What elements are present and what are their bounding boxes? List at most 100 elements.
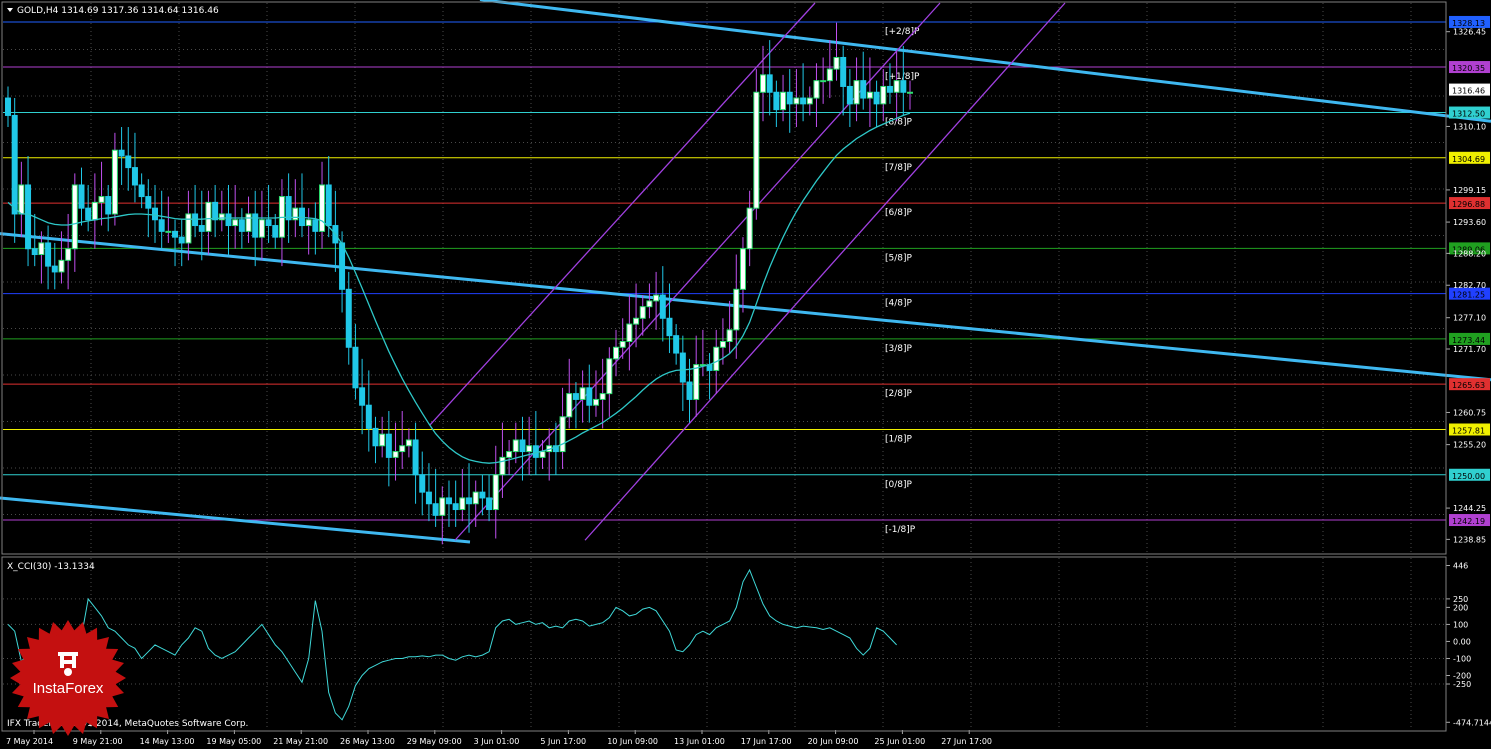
candle-body — [806, 97, 813, 105]
candle-body — [118, 149, 125, 157]
candle-body — [572, 393, 579, 400]
cci-tick-label: 0.00 — [1453, 637, 1471, 646]
candle-body — [5, 97, 11, 116]
murrey-level-label: [7/8]P — [885, 163, 913, 173]
candle-body — [813, 80, 820, 99]
candle-body — [466, 497, 473, 505]
candle-body — [512, 439, 519, 453]
y-tick-label: 1293.60 — [1453, 218, 1486, 227]
channel-line — [454, 2, 941, 541]
x-tick-label: 5 Jun 17:00 — [540, 737, 586, 746]
candle-body — [339, 242, 346, 290]
candle-body — [51, 265, 58, 273]
candle-body — [198, 225, 205, 232]
candle-body — [105, 196, 112, 215]
candle-body — [238, 219, 245, 232]
channel-line — [429, 2, 816, 426]
candle-body — [486, 497, 493, 511]
price-axis: 1328.131320.351312.501304.691296.881289.… — [1446, 15, 1491, 727]
y-tick-label: 1282.70 — [1453, 281, 1486, 290]
y-tick-label: 1299.15 — [1453, 186, 1486, 195]
murrey-level-label: [-1/8]P — [885, 525, 916, 535]
candle-body — [379, 433, 386, 447]
candle-body — [626, 323, 633, 342]
trading-chart[interactable]: [+2/8]P[+1/8]P[8/8]P[7/8]P[6/8]P[5/8]P[4… — [0, 0, 1491, 749]
candle-body — [425, 491, 432, 505]
candle-body — [559, 416, 566, 453]
candle-body — [679, 352, 686, 383]
candle-body — [285, 196, 292, 221]
candle-body — [372, 427, 379, 447]
candle-body — [432, 503, 439, 516]
candle-body — [492, 474, 499, 511]
murrey-level-label: [4/8]P — [885, 299, 913, 309]
candle-body — [739, 248, 746, 290]
candle-body — [145, 196, 152, 209]
candle-body — [853, 80, 860, 105]
cci-tick-label: -474.7144 — [1453, 718, 1491, 727]
candle-body — [325, 184, 332, 227]
candle-body — [506, 451, 513, 458]
candle-body — [613, 346, 620, 360]
x-tick-label: 29 May 09:00 — [407, 737, 462, 746]
candle-body — [85, 207, 92, 221]
murrey-level-label: [+2/8]P — [885, 27, 920, 37]
price-tag-label: 1320.35 — [1452, 64, 1485, 73]
x-tick-label: 25 Jun 01:00 — [874, 737, 925, 746]
price-tag-label: 1265.63 — [1452, 381, 1485, 390]
murrey-level-label: [2/8]P — [885, 389, 913, 399]
channel-line — [584, 2, 1066, 541]
trendline — [479, 0, 1491, 123]
candle-body — [445, 497, 452, 505]
candle-body — [592, 398, 599, 406]
candle-body — [860, 80, 867, 99]
candle-body — [18, 184, 25, 215]
candle-body — [392, 451, 399, 458]
cci-line — [7, 568, 897, 721]
price-tag-label: 1304.69 — [1452, 155, 1485, 164]
candle-body — [71, 184, 78, 250]
ma-line — [7, 112, 911, 464]
candle-body — [886, 85, 893, 93]
candle-body — [719, 340, 726, 348]
candle-body — [405, 439, 412, 447]
candle-body — [45, 242, 52, 267]
x-tick-label: 19 May 05:00 — [206, 737, 261, 746]
candle-body — [880, 85, 887, 105]
y-tick-label: 1238.85 — [1453, 535, 1486, 544]
cci-tick-label: -100 — [1453, 654, 1471, 663]
candle-body — [412, 439, 419, 476]
x-tick-label: 13 Jun 01:00 — [674, 737, 725, 746]
x-tick-label: 21 May 21:00 — [273, 737, 328, 746]
instaforex-logo-icon: InstaForex — [10, 620, 126, 736]
candle-body — [633, 317, 640, 325]
candle-body — [359, 387, 366, 406]
candle-body — [820, 80, 827, 83]
price-tag-label: 1257.81 — [1452, 426, 1485, 435]
x-tick-label: 27 Jun 17:00 — [941, 737, 992, 746]
candle-body — [659, 294, 666, 319]
candle-body — [158, 219, 165, 232]
candle-body — [365, 404, 372, 429]
candle-body — [91, 201, 98, 221]
candle-body — [586, 387, 593, 406]
y-tick-label: 1326.45 — [1453, 28, 1486, 37]
y-tick-label: 1271.70 — [1453, 345, 1486, 354]
x-tick-label: 26 May 13:00 — [340, 737, 395, 746]
candle-body — [125, 155, 132, 169]
chart-menu-icon[interactable] — [7, 8, 13, 12]
candle-body — [766, 74, 773, 93]
cci-tick-label: 200 — [1453, 603, 1468, 612]
candle-body — [272, 225, 279, 238]
candle-body — [686, 381, 693, 400]
candle-body — [733, 288, 740, 331]
price-candles — [5, 22, 913, 545]
price-tag-label: 1250.00 — [1452, 472, 1485, 481]
cci-tick-label: 100 — [1453, 620, 1468, 629]
candle-body — [713, 346, 720, 371]
candle-body — [319, 184, 326, 232]
candle-body — [25, 184, 32, 250]
y-tick-label: 1244.25 — [1453, 504, 1486, 513]
murrey-level-label: [1/8]P — [885, 434, 913, 444]
price-tag-label: 1296.88 — [1452, 200, 1485, 209]
